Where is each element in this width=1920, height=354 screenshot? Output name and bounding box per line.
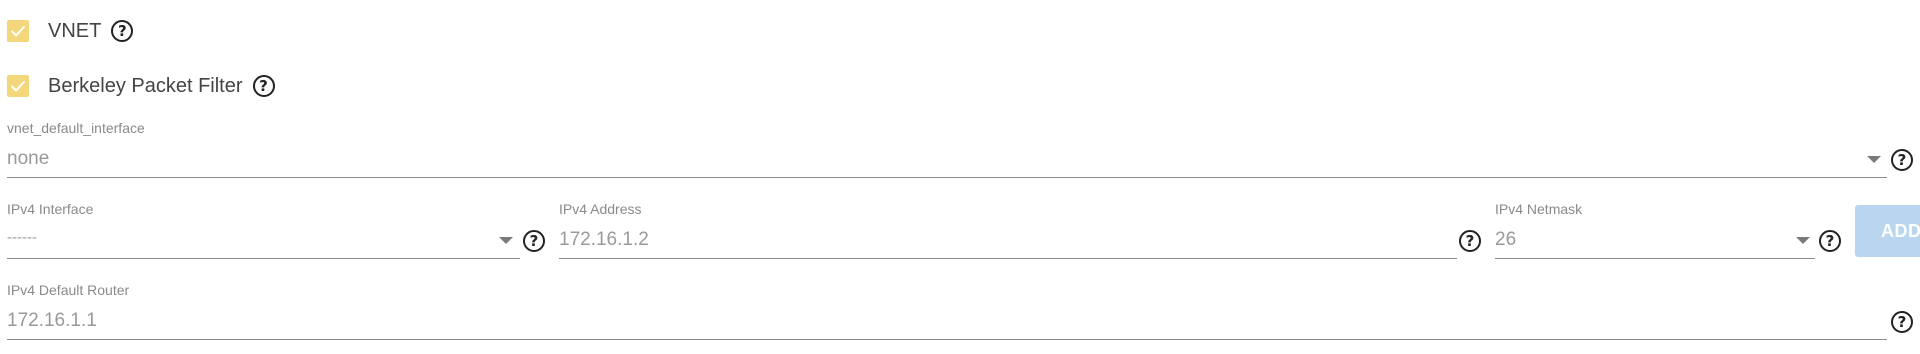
- vnet-checkbox-row: VNET ?: [7, 17, 134, 45]
- add-button-label: ADD: [1881, 220, 1920, 241]
- ipv4-address-underline: [559, 258, 1457, 259]
- ipv4-default-router-label: IPv4 Default Router: [7, 282, 130, 298]
- ipv4-address-value: 172.16.1.2: [559, 229, 649, 250]
- ipv4-interface-underline: [7, 258, 520, 259]
- ipv4-interface-help-icon[interactable]: ?: [523, 230, 545, 252]
- ipv4-netmask-select[interactable]: IPv4 Netmask 26: [1495, 201, 1815, 261]
- vnet-default-interface-value: none: [7, 148, 50, 169]
- ipv4-address-input[interactable]: IPv4 Address 172.16.1.2: [559, 201, 1457, 261]
- vnet-checkbox[interactable]: [7, 20, 29, 42]
- bpf-label: Berkeley Packet Filter: [48, 74, 243, 97]
- vnet-default-interface-underline: [7, 177, 1887, 178]
- vnet-default-interface-help-icon[interactable]: ?: [1891, 149, 1913, 171]
- add-button[interactable]: ADD: [1855, 205, 1920, 257]
- vnet-default-interface-select[interactable]: vnet_default_interface none: [7, 120, 1887, 180]
- checkmark-icon: [11, 80, 25, 92]
- ipv4-netmask-value: 26: [1495, 229, 1517, 250]
- jail-network-form: VNET ? Berkeley Packet Filter ? vnet_def…: [0, 0, 1920, 354]
- checkmark-icon: [11, 25, 25, 37]
- bpf-checkbox-row: Berkeley Packet Filter ?: [7, 72, 275, 100]
- ipv4-default-router-underline: [7, 339, 1887, 340]
- vnet-label: VNET: [48, 19, 102, 42]
- ipv4-default-router-input[interactable]: IPv4 Default Router 172.16.1.1: [7, 282, 1887, 342]
- vnet-help-icon[interactable]: ?: [111, 20, 134, 42]
- ipv4-interface-dropdown-caret-icon[interactable]: [499, 237, 513, 244]
- ipv4-default-router-value: 172.16.1.1: [7, 310, 97, 331]
- ipv4-interface-label: IPv4 Interface: [7, 201, 94, 217]
- vnet-default-interface-label: vnet_default_interface: [7, 120, 145, 136]
- ipv4-netmask-dropdown-caret-icon[interactable]: [1796, 237, 1810, 244]
- ipv4-netmask-underline: [1495, 258, 1815, 259]
- ipv4-interface-value: ------: [7, 229, 37, 246]
- ipv4-address-label: IPv4 Address: [559, 201, 642, 217]
- ipv4-netmask-help-icon[interactable]: ?: [1819, 230, 1841, 252]
- ipv4-netmask-label: IPv4 Netmask: [1495, 201, 1583, 217]
- ipv4-address-help-icon[interactable]: ?: [1459, 230, 1481, 252]
- ipv4-default-router-help-icon[interactable]: ?: [1891, 311, 1913, 333]
- bpf-checkbox[interactable]: [7, 75, 29, 97]
- ipv4-interface-select[interactable]: IPv4 Interface ------: [7, 201, 520, 261]
- bpf-help-icon[interactable]: ?: [252, 75, 275, 97]
- vnet-default-interface-dropdown-caret-icon[interactable]: [1867, 156, 1881, 163]
